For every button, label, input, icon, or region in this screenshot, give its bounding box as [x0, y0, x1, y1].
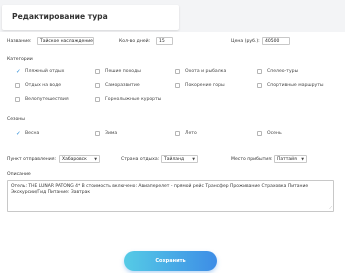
arrival-label: Место прибытия:	[231, 157, 273, 162]
checkbox[interactable]	[95, 131, 100, 136]
checkbox[interactable]	[257, 69, 262, 74]
checkbox[interactable]	[95, 83, 100, 88]
arrival-value: Паттайя	[277, 157, 297, 162]
checkbox[interactable]	[95, 69, 100, 74]
seasons-title: Сезоны	[7, 117, 25, 122]
checkbox[interactable]	[257, 83, 262, 88]
arrival-select[interactable]: Паттайя ▼	[274, 155, 307, 163]
country-label: Страна отдыха:	[121, 157, 160, 162]
country-select[interactable]: Тайланд ▼	[161, 155, 198, 163]
season-label: Осень	[267, 131, 282, 136]
category-label: Пешие походы	[105, 69, 141, 74]
country-value: Тайланд	[164, 157, 185, 162]
category-label: Велопутешествия	[25, 97, 69, 102]
checkbox[interactable]	[95, 97, 100, 102]
name-label: Название:	[7, 39, 32, 44]
checkmark-icon: ✓	[16, 68, 21, 75]
header-bar: Редактирование тура	[0, 0, 345, 32]
description-text: Отель: THE LUNAR PATONG 4* В стоимость в…	[11, 184, 309, 196]
category-label: Горнолыжные курорты	[105, 97, 162, 102]
dropdown-arrow-icon: ▼	[192, 157, 195, 161]
resize-handle-icon[interactable]: ⟋	[329, 205, 332, 211]
checkbox[interactable]	[175, 131, 180, 136]
name-input[interactable]: Тайское наслаждение	[37, 37, 94, 45]
dropdown-arrow-icon: ▼	[301, 157, 304, 161]
description-label: Описание	[7, 172, 31, 177]
price-label: Цена (руб.):	[231, 39, 260, 44]
checkbox[interactable]: ✓	[15, 68, 21, 75]
days-label: Кол-во дней:	[119, 39, 151, 44]
checkbox[interactable]	[15, 97, 20, 102]
category-label: Пляжный отдых	[25, 69, 65, 74]
category-label: Спортивные маршруты	[267, 83, 324, 88]
departure-value: Хабаровск	[62, 157, 87, 162]
departure-label: Пункт отправления:	[7, 157, 57, 162]
categories-title: Категории	[7, 57, 33, 62]
checkbox[interactable]: ✓	[15, 130, 21, 137]
checkbox[interactable]	[257, 131, 262, 136]
category-label: Охота и рыбалка	[185, 69, 227, 74]
season-label: Весна	[25, 131, 40, 136]
page-title: Редактирование тура	[12, 12, 108, 21]
category-label: Спелео-туры	[267, 69, 299, 74]
departure-select[interactable]: Хабаровск ▼	[59, 155, 100, 163]
season-label: Лето	[185, 131, 197, 136]
checkmark-icon: ✓	[16, 130, 21, 137]
category-label: Отдых на воде	[25, 83, 62, 88]
save-button[interactable]: Сохранить	[124, 251, 217, 271]
title-card: Редактирование тура	[2, 5, 179, 30]
dropdown-arrow-icon: ▼	[94, 157, 97, 161]
checkbox[interactable]	[15, 83, 20, 88]
days-input[interactable]: 15	[156, 37, 173, 45]
price-input[interactable]: 40500	[262, 37, 290, 45]
category-label: Самоpазвитие	[105, 83, 140, 88]
description-textarea[interactable]: Отель: THE LUNAR PATONG 4* В стоимость в…	[7, 180, 334, 212]
category-label: Покорение горы	[185, 83, 225, 88]
checkbox[interactable]	[175, 83, 180, 88]
checkbox[interactable]	[175, 69, 180, 74]
season-label: Зима	[105, 131, 118, 136]
